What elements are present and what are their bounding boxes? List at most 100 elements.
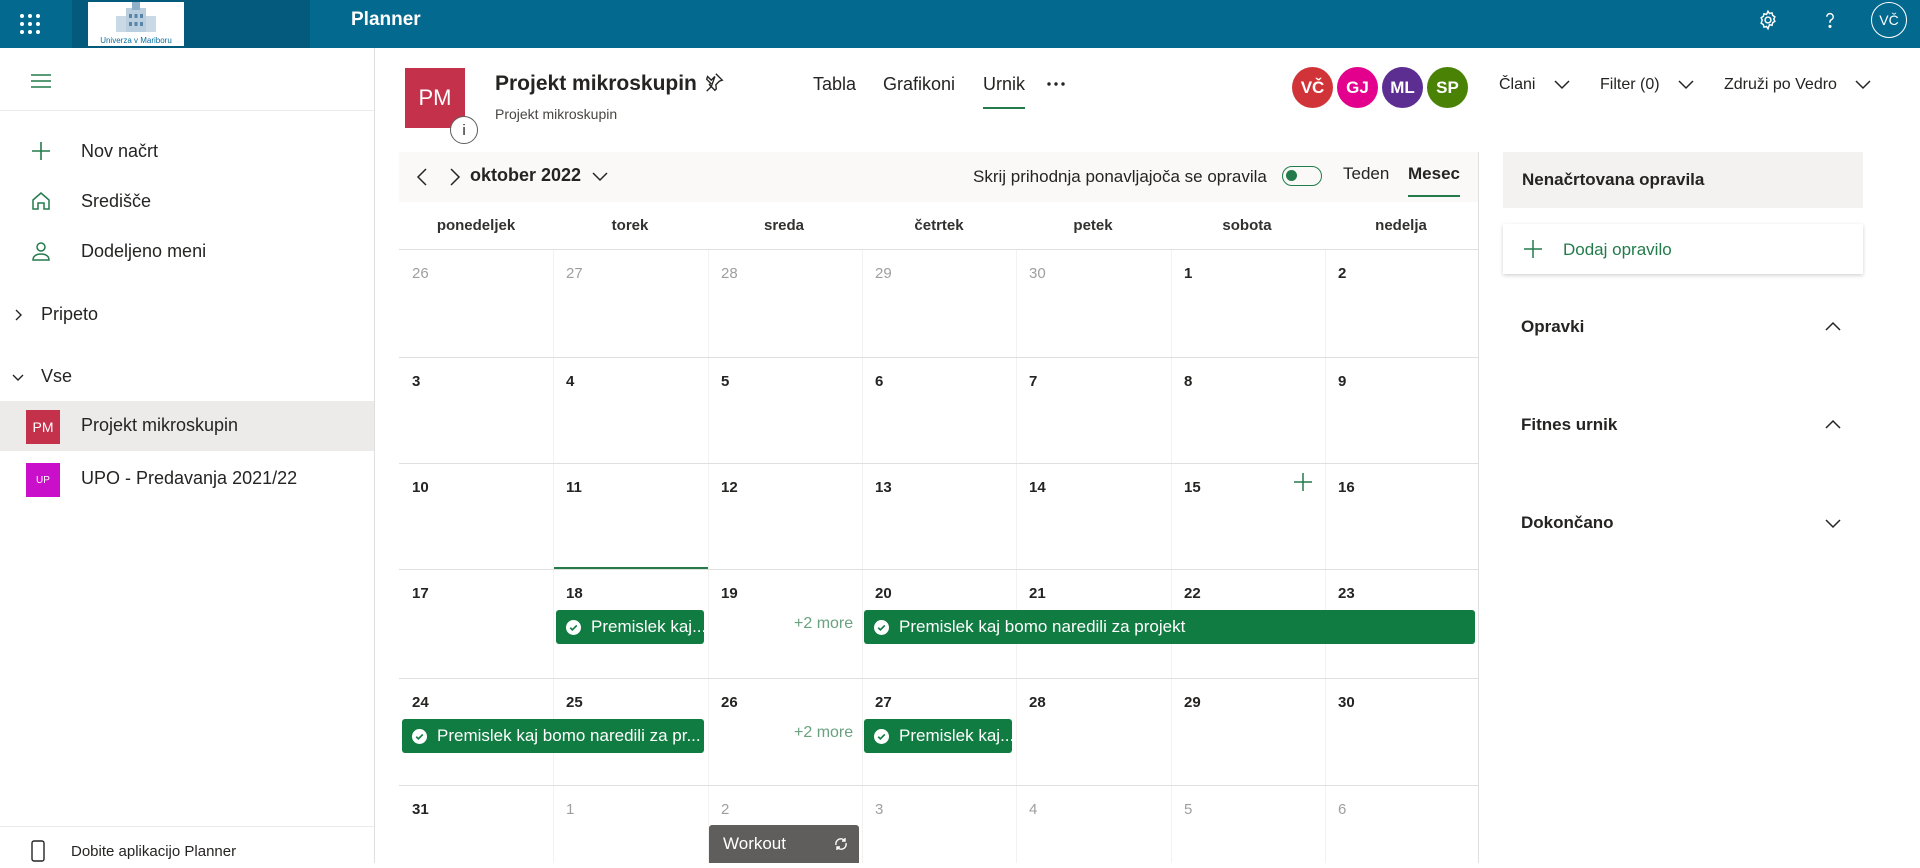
day-cell-number[interactable]: 29 [1184, 694, 1201, 711]
task-bar[interactable]: Premislek kaj bomo naredili za pr... [402, 719, 704, 753]
day-cell-number[interactable]: 1 [1184, 265, 1192, 282]
bucket-section-fitnes-urnik[interactable]: Fitnes urnik [1503, 404, 1863, 444]
bucket-section-dokoncano[interactable]: Dokončano [1503, 502, 1863, 542]
day-cell-number[interactable]: 19 [721, 585, 738, 602]
get-app-link[interactable]: Dobite aplikacijo Planner [0, 838, 374, 868]
nav-plan-upo-predavanja[interactable]: UP UPO - Predavanja 2021/22 [0, 454, 374, 504]
task-bar[interactable]: Premislek kaj bomo naredili za projekt [864, 610, 1475, 644]
week-row [399, 464, 1479, 570]
pin-icon[interactable] [703, 71, 725, 93]
member-avatar[interactable]: GJ [1337, 67, 1378, 108]
settings-gear-icon[interactable] [1752, 4, 1784, 36]
day-cell-number[interactable]: 23 [1338, 585, 1355, 602]
recurring-task-workout[interactable]: Workout [709, 825, 859, 863]
day-cell-number[interactable]: 8 [1184, 373, 1192, 390]
task-bar[interactable]: Premislek kaj... [556, 610, 704, 644]
nav-assigned-to-me[interactable]: Dodeljeno meni [0, 229, 374, 273]
plan-info-button[interactable]: i [450, 116, 478, 144]
day-cell-number[interactable]: 3 [412, 373, 420, 390]
more-tasks-link[interactable]: +2 more [794, 724, 853, 742]
chevron-up-icon [1825, 417, 1841, 433]
day-cell-number[interactable]: 15 [1184, 479, 1201, 496]
day-cell-number[interactable]: 28 [1029, 694, 1046, 711]
day-cell-number[interactable]: 7 [1029, 373, 1037, 390]
members-dropdown[interactable]: Člani [1499, 76, 1570, 94]
day-cell-number[interactable]: 29 [875, 265, 892, 282]
member-avatar[interactable]: ML [1382, 67, 1423, 108]
day-cell-number[interactable]: 25 [566, 694, 583, 711]
nav-new-plan[interactable]: Nov načrt [0, 129, 374, 173]
day-cell-number[interactable]: 28 [721, 265, 738, 282]
day-cell-number[interactable]: 17 [412, 585, 429, 602]
day-cell-number[interactable]: 21 [1029, 585, 1046, 602]
filter-dropdown-label: Filter (0) [1600, 76, 1660, 93]
user-avatar[interactable]: VČ [1871, 2, 1907, 38]
bucket-section-opravki[interactable]: Opravki [1503, 306, 1863, 346]
next-month-chevron-right-icon[interactable] [443, 165, 465, 189]
help-question-icon[interactable] [1814, 4, 1846, 36]
completed-check-icon [874, 728, 889, 744]
hide-recurring-toggle[interactable] [1282, 166, 1322, 186]
day-cell-number[interactable]: 5 [1184, 801, 1192, 818]
weekday-header: petek [1073, 217, 1113, 234]
member-avatar[interactable]: SP [1427, 67, 1468, 108]
day-cell-number[interactable]: 18 [566, 585, 583, 602]
day-cell-number[interactable]: 1 [566, 801, 574, 818]
nav-group-pinned[interactable]: Pripeto [0, 295, 374, 335]
more-options-ellipsis-icon[interactable] [1044, 72, 1068, 96]
day-cell-number[interactable]: 30 [1029, 265, 1046, 282]
tab-board[interactable]: Tabla [813, 74, 856, 95]
filter-dropdown[interactable]: Filter (0) [1600, 76, 1694, 94]
day-cell-number[interactable]: 31 [412, 801, 429, 818]
day-cell-number[interactable]: 24 [412, 694, 429, 711]
day-cell-number[interactable]: 6 [1338, 801, 1346, 818]
day-cell-number[interactable]: 16 [1338, 479, 1355, 496]
day-cell-number[interactable]: 5 [721, 373, 729, 390]
plan-tile-icon: UP [26, 463, 60, 497]
add-task-plus-icon[interactable] [1293, 472, 1313, 492]
day-cell-number[interactable]: 10 [412, 479, 429, 496]
task-bar[interactable]: Premislek kaj... [864, 719, 1012, 753]
nav-plan-projekt-mikroskupin[interactable]: PM Projekt mikroskupin [0, 401, 374, 451]
tab-charts[interactable]: Grafikoni [883, 74, 955, 95]
member-avatar[interactable]: VČ [1292, 67, 1333, 108]
app-title[interactable]: Planner [351, 0, 421, 40]
day-cell-number[interactable]: 6 [875, 373, 883, 390]
day-cell-number[interactable]: 4 [1029, 801, 1037, 818]
day-cell-number[interactable]: 14 [1029, 479, 1046, 496]
day-cell-number[interactable]: 3 [875, 801, 883, 818]
day-cell-number[interactable]: 22 [1184, 585, 1201, 602]
day-cell-number[interactable]: 20 [875, 585, 892, 602]
previous-month-chevron-left-icon[interactable] [412, 165, 434, 189]
collapse-nav-hamburger-icon[interactable] [28, 68, 54, 94]
plan-group-name[interactable]: Projekt mikroskupin [495, 106, 617, 122]
nav-hub[interactable]: Središče [0, 179, 374, 223]
day-cell-number[interactable]: 30 [1338, 694, 1355, 711]
add-task-button[interactable]: Dodaj opravilo [1503, 224, 1863, 274]
day-cell-number[interactable]: 9 [1338, 373, 1346, 390]
completed-check-icon [566, 619, 581, 635]
month-picker-chevron-down-icon[interactable] [591, 169, 609, 185]
day-cell-number[interactable]: 26 [412, 265, 429, 282]
group-by-dropdown[interactable]: Združi po Vedro [1724, 76, 1871, 94]
organization-logo-area[interactable]: Univerza v Mariboru [72, 0, 310, 48]
day-cell-number[interactable]: 27 [566, 265, 583, 282]
day-cell-number[interactable]: 13 [875, 479, 892, 496]
day-cell-number[interactable]: 27 [875, 694, 892, 711]
more-tasks-link[interactable]: +2 more [794, 615, 853, 633]
nav-group-all[interactable]: Vse [0, 357, 374, 397]
current-month-label[interactable]: oktober 2022 [470, 165, 581, 186]
day-cell-number[interactable]: 2 [1338, 265, 1346, 282]
day-cell-number[interactable]: 11 [566, 479, 582, 496]
app-launcher-icon[interactable] [0, 0, 60, 48]
view-month-tab[interactable]: Mesec [1408, 164, 1460, 197]
weekday-header: ponedeljek [436, 217, 516, 234]
view-week-tab[interactable]: Teden [1343, 164, 1389, 184]
plan-title[interactable]: Projekt mikroskupin [495, 72, 697, 96]
day-cell-number[interactable]: 2 [721, 801, 729, 818]
day-cell-number[interactable]: 4 [566, 373, 574, 390]
day-cell-number[interactable]: 12 [721, 479, 738, 496]
calendar-toolbar: oktober 2022 Skrij prihodnja ponavljajoč… [399, 152, 1479, 202]
tab-schedule[interactable]: Urnik [983, 74, 1026, 109]
day-cell-number[interactable]: 26 [721, 694, 738, 711]
